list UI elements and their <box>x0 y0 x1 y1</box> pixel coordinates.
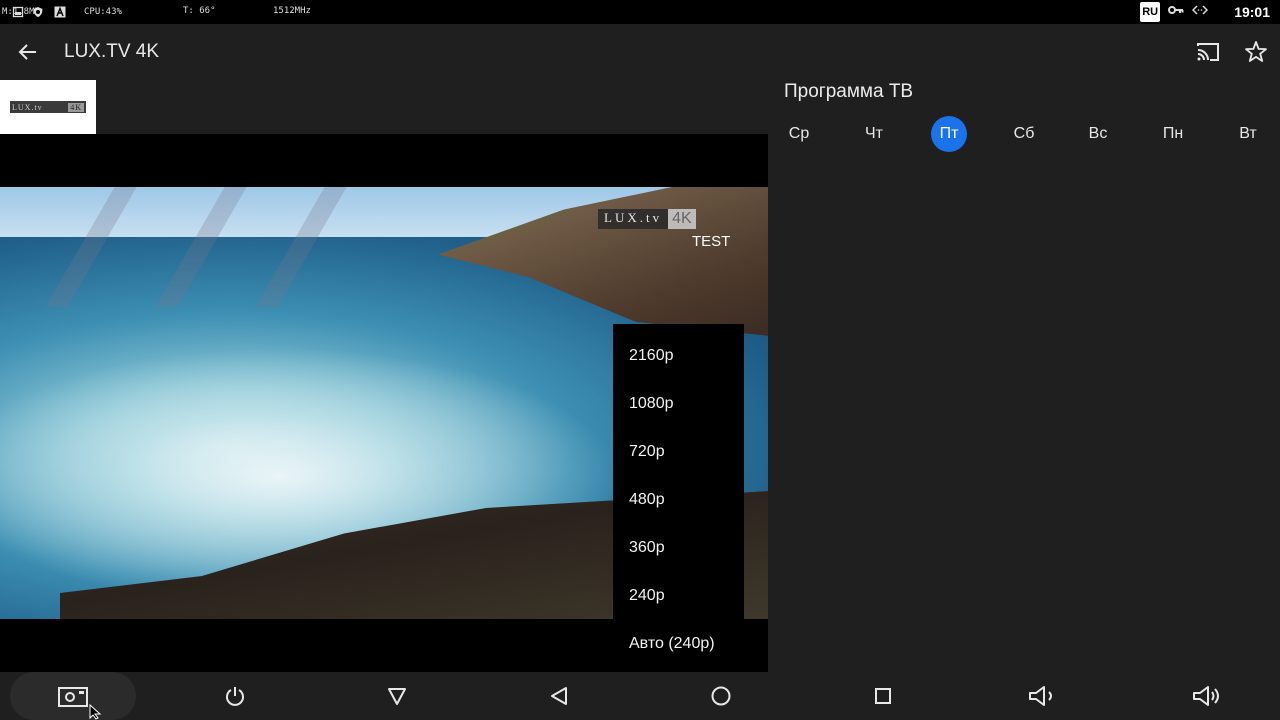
vpn-key-icon <box>1168 3 1184 22</box>
home-circle-icon <box>711 686 731 706</box>
app-bar: LUX.TV 4K <box>0 24 1280 80</box>
quality-option-auto[interactable]: Авто (240p) <box>613 620 744 668</box>
power-icon <box>226 687 244 706</box>
day-tab-selected[interactable]: Пт <box>931 116 967 152</box>
volume-up-button[interactable] <box>1191 680 1223 712</box>
home-button[interactable] <box>705 680 737 712</box>
day-tab[interactable]: Пн <box>1155 116 1191 152</box>
dropdown-triangle-icon <box>388 688 406 705</box>
code-arrows-icon <box>1192 3 1209 22</box>
quality-menu: 2160p 1080p 720p 480p 360p 240p Авто (24… <box>613 324 744 672</box>
temperature-readout: T: 66° <box>183 6 216 16</box>
quality-option[interactable]: 480p <box>613 476 744 524</box>
day-tab[interactable]: Вс <box>1080 116 1116 152</box>
clock: 19:01 <box>1234 4 1270 20</box>
shield-icon <box>32 6 44 18</box>
cpu-readout: CPU:43% <box>84 7 122 17</box>
cast-icon <box>1197 43 1219 61</box>
hide-nav-button[interactable] <box>381 680 413 712</box>
recents-square-icon <box>875 688 891 704</box>
mouse-cursor-icon <box>89 704 102 720</box>
nav-back-button[interactable] <box>543 680 575 712</box>
page-title: LUX.TV 4K <box>64 41 160 62</box>
program-guide-title: Программа ТВ <box>784 81 914 102</box>
star-icon <box>1245 41 1267 62</box>
video-watermark: LUX.tv 4K TEST <box>598 209 730 250</box>
a-letter-icon <box>54 6 66 18</box>
quality-option[interactable]: 360p <box>613 524 744 572</box>
back-arrow-icon <box>18 44 36 60</box>
screenshot-icon <box>58 687 88 707</box>
day-tab[interactable]: Ср <box>781 116 817 152</box>
cast-button[interactable] <box>1194 38 1222 66</box>
frequency-readout: 1512MHz <box>273 6 311 16</box>
watermark-test-text: TEST <box>692 233 731 250</box>
channel-logo-4k-text: 4K <box>68 102 84 112</box>
favorite-button[interactable] <box>1242 38 1270 66</box>
channel-logo-lux-text: LUX.tv <box>12 102 43 112</box>
day-tab[interactable]: Сб <box>1006 116 1042 152</box>
back-triangle-icon <box>551 687 567 705</box>
status-bar: M:1.8MB CPU:43% T: 66° 1512MHz RU 19:01 <box>0 0 1280 24</box>
day-tab[interactable]: Чт <box>856 116 892 152</box>
quality-option[interactable]: 1080p <box>613 380 744 428</box>
quality-option[interactable]: 240p <box>613 572 744 620</box>
recents-button[interactable] <box>867 680 899 712</box>
watermark-4k-text: 4K <box>668 209 696 229</box>
language-badge: RU <box>1140 2 1161 22</box>
day-tab[interactable]: Вт <box>1230 116 1266 152</box>
day-selector: Ср Чт Пт Сб Вс Пн Вт <box>768 116 1280 152</box>
volume-up-icon <box>1193 686 1219 706</box>
volume-down-icon <box>1029 686 1052 706</box>
watermark-lux-text: LUX.tv <box>598 209 669 229</box>
back-button[interactable] <box>14 38 42 66</box>
navigation-bar <box>0 672 1280 720</box>
channel-logo: LUX.tv 4K <box>0 80 96 134</box>
sd-card-icon <box>12 6 24 18</box>
volume-down-button[interactable] <box>1027 680 1059 712</box>
quality-option[interactable]: 720p <box>613 428 744 476</box>
power-button[interactable] <box>219 680 251 712</box>
quality-option[interactable]: 2160p <box>613 332 744 380</box>
screenshot-button[interactable] <box>10 672 136 720</box>
